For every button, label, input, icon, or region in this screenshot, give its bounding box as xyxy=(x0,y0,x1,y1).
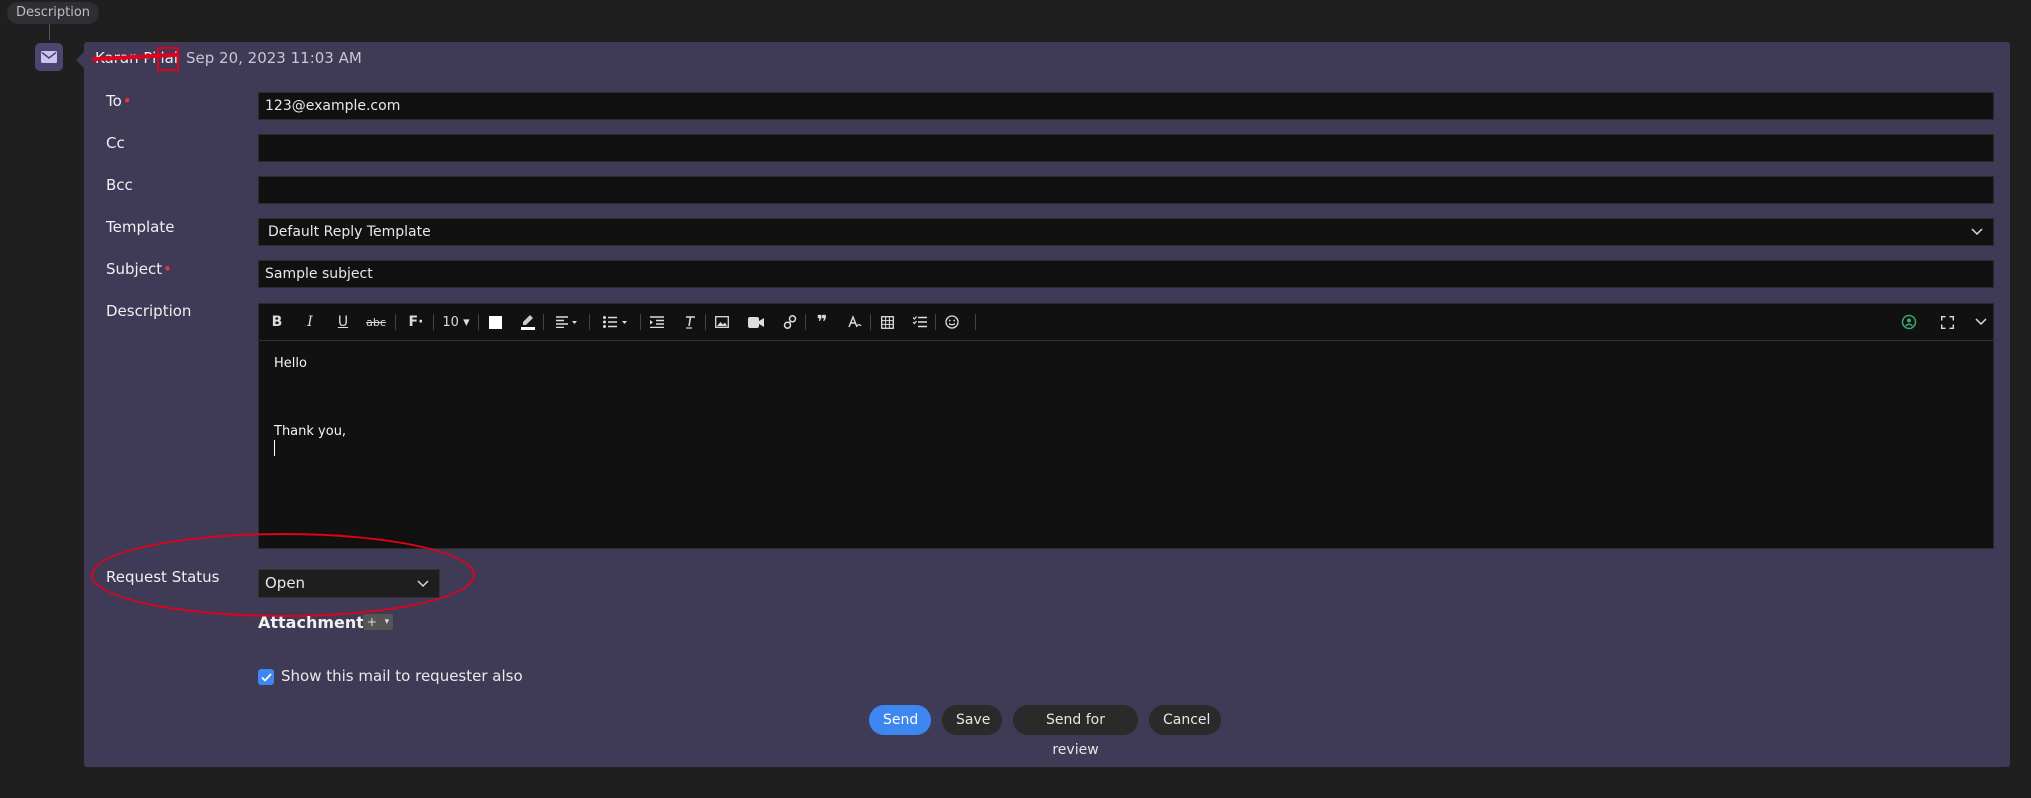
show-to-requester-checkbox[interactable] xyxy=(258,669,274,685)
spellcheck-icon[interactable] xyxy=(1900,313,1918,331)
save-button[interactable]: Save xyxy=(942,705,1002,735)
description-label: Description xyxy=(106,302,192,320)
indent-icon[interactable] xyxy=(649,313,665,331)
check-icon xyxy=(260,672,272,682)
plus-icon: + xyxy=(366,615,377,629)
strikethrough-icon[interactable]: abc xyxy=(366,313,386,331)
annotation-circle xyxy=(91,533,475,617)
send-for-review-button[interactable]: Send for review xyxy=(1013,705,1138,758)
toolbar-divider xyxy=(935,314,936,330)
link-icon[interactable] xyxy=(782,313,798,331)
redaction-box xyxy=(157,47,179,71)
quote-icon[interactable]: ❞ xyxy=(814,312,830,333)
to-label: To• xyxy=(106,92,132,110)
font-family-icon[interactable]: F· xyxy=(406,313,426,331)
list-icon[interactable] xyxy=(600,313,632,331)
required-marker: • xyxy=(163,260,172,278)
template-value: Default Reply Template xyxy=(268,224,431,240)
checklist-icon[interactable] xyxy=(912,313,928,331)
bcc-field[interactable] xyxy=(258,176,1994,204)
subject-field[interactable]: Sample subject xyxy=(258,260,1994,288)
template-label: Template xyxy=(106,218,175,236)
timeline-line xyxy=(49,24,50,40)
subject-label: Subject• xyxy=(106,260,172,278)
toolbar-divider xyxy=(543,314,544,330)
body-closing: Thank you, xyxy=(274,424,347,439)
toolbar-divider xyxy=(805,314,806,330)
font-size-value: 10 xyxy=(442,314,459,330)
fullscreen-icon[interactable] xyxy=(1939,313,1955,331)
chevron-down-icon[interactable] xyxy=(1973,313,1989,331)
clear-format-icon[interactable] xyxy=(682,313,698,331)
table-icon[interactable] xyxy=(879,313,895,331)
description-tag: Description xyxy=(7,2,100,24)
editor-toolbar: B I U abc F· 10 ▾ ❞ xyxy=(259,304,1993,341)
add-attachment-button[interactable]: + ▾ xyxy=(363,614,393,630)
italic-icon[interactable]: I xyxy=(302,313,318,331)
attachments-label: Attachments xyxy=(258,613,374,632)
toolbar-divider xyxy=(705,314,706,330)
toolbar-divider xyxy=(395,314,396,330)
bold-icon[interactable]: B xyxy=(269,313,285,331)
image-icon[interactable] xyxy=(714,313,730,331)
chevron-down-icon xyxy=(1971,228,1983,236)
body-greeting: Hello xyxy=(274,356,307,371)
toolbar-divider xyxy=(478,314,479,330)
to-field[interactable]: 123@example.com xyxy=(258,92,1994,120)
cc-field[interactable] xyxy=(258,134,1994,162)
template-select[interactable]: Default Reply Template xyxy=(258,218,1994,246)
text-cursor xyxy=(274,440,275,456)
cc-label: Cc xyxy=(106,134,125,152)
editor-content[interactable]: Hello Thank you, xyxy=(259,341,1993,475)
show-to-requester-label: Show this mail to requester also xyxy=(281,667,523,685)
rich-text-editor[interactable]: B I U abc F· 10 ▾ ❞ Hello Thank you, xyxy=(258,303,1994,549)
panel-pointer xyxy=(76,52,84,68)
cancel-button[interactable]: Cancel xyxy=(1149,705,1221,735)
bcc-label: Bcc xyxy=(106,176,133,194)
toolbar-divider xyxy=(640,314,641,330)
toolbar-divider xyxy=(433,314,434,330)
underline-icon[interactable]: U xyxy=(335,313,351,331)
mail-icon xyxy=(35,43,63,71)
text-color-icon[interactable] xyxy=(487,313,503,331)
emoji-icon[interactable] xyxy=(944,313,960,331)
send-button[interactable]: Send xyxy=(869,705,931,735)
highlight-color-icon[interactable] xyxy=(520,313,536,331)
chevron-down-icon: ▾ xyxy=(384,617,390,627)
align-icon[interactable] xyxy=(552,313,582,331)
text-style-icon[interactable] xyxy=(847,313,863,331)
timestamp: Sep 20, 2023 11:03 AM xyxy=(186,49,362,67)
toolbar-divider xyxy=(589,314,590,330)
toolbar-divider xyxy=(870,314,871,330)
author-name[interactable]: Karan Pillai xyxy=(91,47,179,71)
font-size-select[interactable]: 10 ▾ xyxy=(442,313,470,331)
required-marker: • xyxy=(122,92,132,110)
video-icon[interactable] xyxy=(747,313,765,331)
toolbar-divider xyxy=(975,314,976,330)
